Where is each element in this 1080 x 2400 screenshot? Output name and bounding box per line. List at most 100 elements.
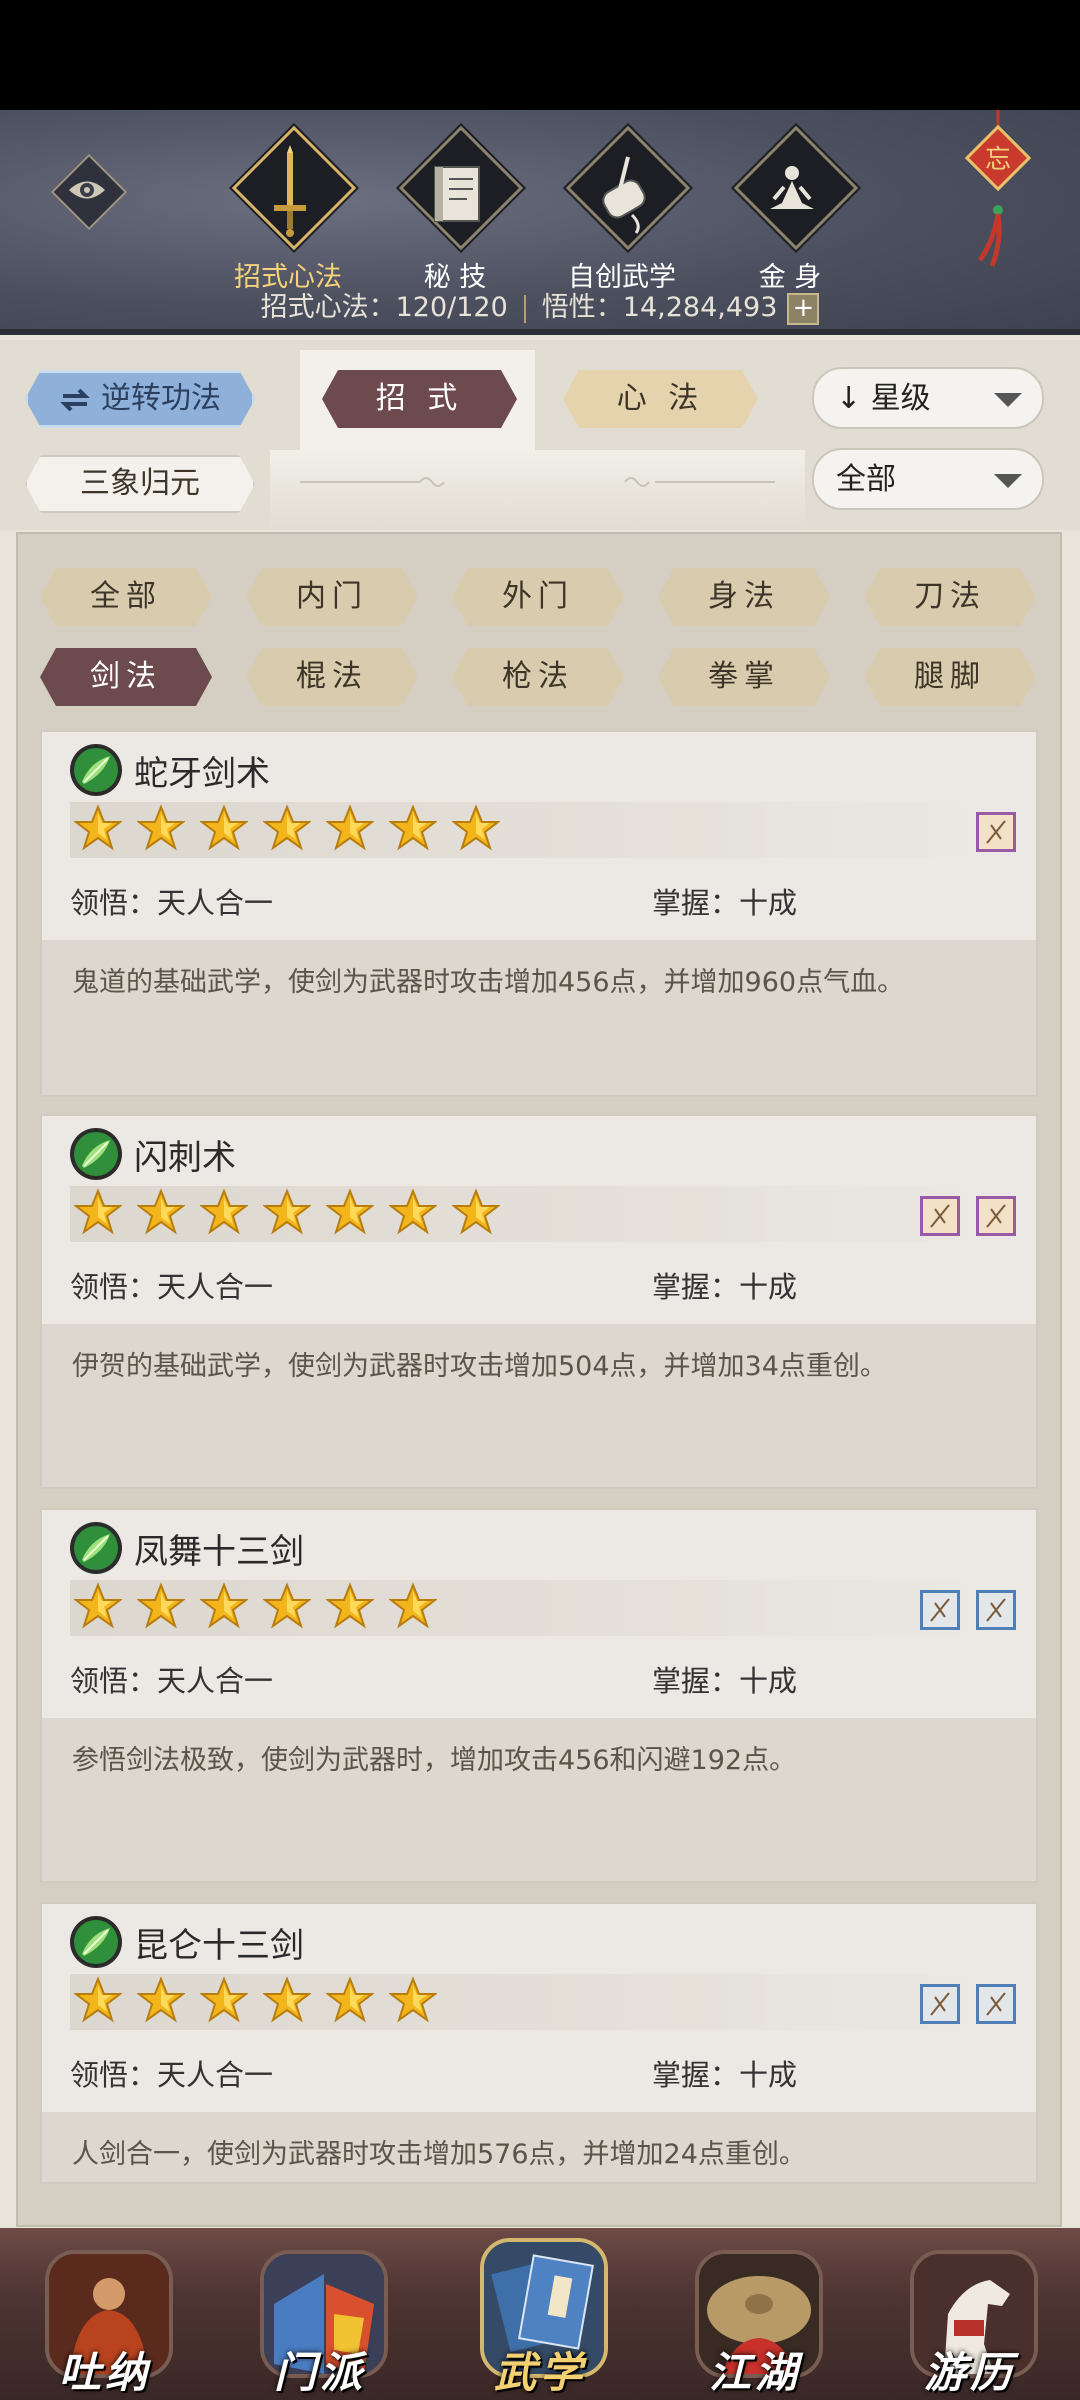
brush-scroll-icon [602,156,646,234]
divider [523,294,526,323]
svg-text:忘: 忘 [985,145,1011,175]
star-icon [73,1582,123,1636]
skill-name: 昆仑十三剑 [134,1926,304,1966]
star-icon [325,1188,375,1242]
insight-text: 领悟：天人合一 [70,1664,274,1698]
tab-heart-method[interactable]: 心 法 [563,370,758,428]
skill-description-box: 人剑合一，使剑为武器时攻击增加576点，并增加24点重创。 [42,2112,1036,2182]
mastery-text: 掌握：十成 [652,1270,798,1304]
tab-moves-label: 招 式 [375,381,464,416]
category-label: 刀法 [914,579,986,614]
category-pill[interactable]: 剑法 [40,648,212,706]
skill-description: 伊贺的基础武学，使剑为武器时攻击增加504点，并增加34点重创。 [72,1351,887,1382]
star-icon [388,1582,438,1636]
nav-tuna[interactable]: 吐纳 [30,2238,180,2398]
star-icon [262,1582,312,1636]
mastery-text: 掌握：十成 [652,2058,798,2092]
star-icon [325,1582,375,1636]
swap-arrows-icon [60,388,90,411]
jade-sword-icon [70,744,122,796]
tab-moves[interactable]: 招 式 [322,370,517,428]
category-pill[interactable]: 刀法 [864,568,1036,626]
skill-description-box: 伊贺的基础武学，使剑为武器时攻击增加504点，并增加34点重创。 [42,1324,1036,1487]
category-pill[interactable]: 枪法 [452,648,624,706]
status-bar [0,0,1080,110]
sort-select[interactable]: ↓ 星级 [812,367,1044,429]
manual-book-icon[interactable] [976,1590,1016,1630]
category-pill[interactable]: 内门 [246,568,418,626]
manual-book-icon[interactable] [976,812,1016,852]
tab-self-created[interactable]: 自创武学 [552,125,692,293]
chevron-down-icon [994,393,1022,407]
star-icon [325,1976,375,2030]
skill-card[interactable]: 凤舞十三剑 领悟：天人合一 掌握：十成 参悟剑法极致，使剑为武器时，增加攻击456和闪… [40,1508,1038,1883]
star-icon [136,1582,186,1636]
manual-book-icon[interactable] [920,1984,960,2024]
star-icon [199,1582,249,1636]
insight-text: 领悟：天人合一 [70,1270,274,1304]
chevron-down-icon [994,474,1022,488]
category-label: 外门 [502,579,574,614]
star-icon [388,804,438,858]
skill-description: 人剑合一，使剑为武器时攻击增加576点，并增加24点重创。 [72,2139,806,2170]
nav-label: 吐纳 [58,2348,151,2397]
category-pill[interactable]: 身法 [658,568,830,626]
star-icon [73,804,123,858]
header: 招式心法 秘 技 自创武学 金 身 忘 招式心法：120/120 悟性：14,2… [0,110,1080,335]
manual-book-icon[interactable] [920,1196,960,1236]
skill-description-box: 鬼道的基础武学，使剑为武器时攻击增加456点，并增加960点气血。 [42,940,1036,1095]
tab-golden-body[interactable]: 金 身 [720,125,860,293]
reverse-skill-button[interactable]: 逆转功法 [25,370,255,428]
nav-label: 门派 [273,2348,366,2397]
insight-text: 领悟：天人合一 [70,886,274,920]
reverse-skill-label: 逆转功法 [101,381,221,416]
nav-martial[interactable]: 武学 [465,2238,615,2398]
nav-sect[interactable]: 门派 [245,2238,395,2398]
nav-label: 游历 [923,2348,1016,2397]
category-label: 枪法 [502,659,574,694]
star-icon [199,1188,249,1242]
skill-name: 蛇牙剑术 [134,754,270,794]
category-pill[interactable]: 棍法 [246,648,418,706]
skill-card[interactable]: 昆仑十三剑领悟：天人合一 掌握：十成人剑合一，使剑为武器时攻击增加576点，并增加… [40,1902,1038,2184]
category-pill[interactable]: 腿脚 [864,648,1036,706]
tab-moves-heart[interactable]: 招式心法 [218,125,358,293]
sword-icon [274,145,306,237]
category-label: 棍法 [296,659,368,694]
category-pill[interactable]: 拳掌 [658,648,830,706]
nav-jianghu[interactable]: 江湖 [680,2238,830,2398]
sanxiang-button[interactable]: 三象归元 [25,455,255,513]
tab-secret-skill[interactable]: 秘 技 [385,125,525,293]
insight-text: 领悟：天人合一 [70,2058,274,2092]
skill-card[interactable]: 蛇牙剑术领悟：天人合一 掌握：十成鬼道的基础武学，使剑为武器时攻击增加456点，并… [40,730,1038,1097]
mastery-text: 掌握：十成 [652,886,798,920]
star-rating [73,1976,438,2030]
chinese-knot-icon[interactable]: 忘 [958,110,1038,280]
star-icon [136,1976,186,2030]
star-icon [388,1976,438,2030]
star-icon [262,804,312,858]
add-insight-button[interactable]: + [787,292,820,325]
manual-book-icon[interactable] [976,1984,1016,2024]
nav-travel[interactable]: 游历 [895,2238,1045,2398]
star-rating [73,1188,501,1242]
category-pill[interactable]: 全部 [40,568,212,626]
eye-button[interactable] [50,153,128,231]
star-icon [388,1188,438,1242]
manual-book-icon[interactable] [920,1590,960,1630]
category-label: 身法 [708,579,780,614]
star-icon [451,804,501,858]
scope-select[interactable]: 全部 [812,448,1044,510]
manual-book-icon[interactable] [976,1196,1016,1236]
eye-icon [69,181,105,199]
meditation-icon [770,166,814,209]
star-icon [262,1188,312,1242]
star-icon [136,1188,186,1242]
moves-count: 招式心法：120/120 [260,292,508,323]
mastery-text: 掌握：十成 [652,1664,798,1698]
category-pill[interactable]: 外门 [452,568,624,626]
bottom-nav: 吐纳 门派 武学 江湖 游历 [0,2228,1080,2400]
down-arrow-icon: ↓ [836,381,862,416]
skill-card[interactable]: 闪刺术 领悟：天人合一 掌握：十成 伊贺的基础武学，使剑为武器时攻击增加504点，并增… [40,1114,1038,1489]
nav-label: 江湖 [708,2348,801,2397]
